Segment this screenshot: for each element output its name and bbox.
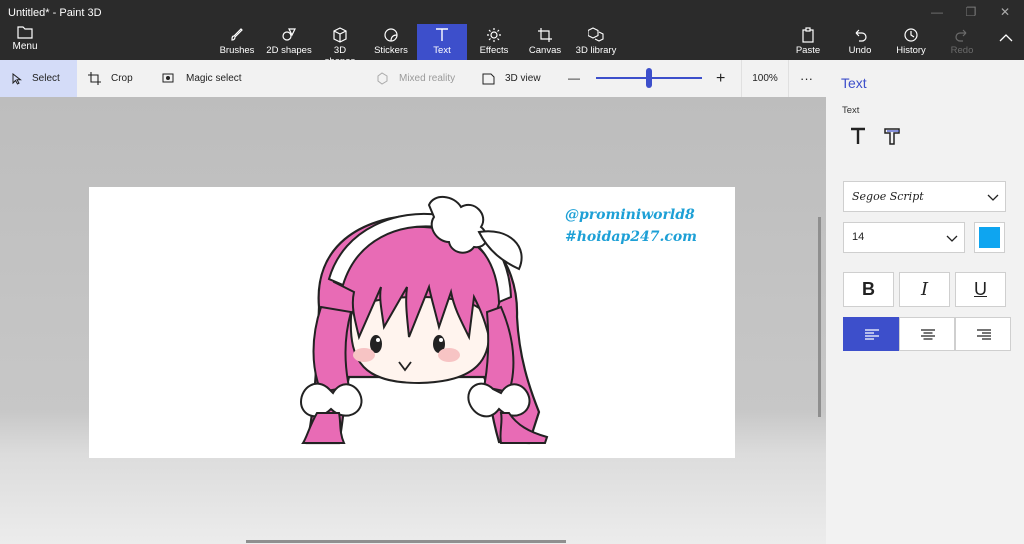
undo-button[interactable]: Undo <box>846 24 874 60</box>
select-button[interactable]: Select <box>0 60 77 97</box>
crop-icon <box>88 72 101 85</box>
align-left-icon <box>865 329 879 340</box>
history-icon <box>904 28 918 42</box>
tool-label: 3D library <box>575 45 617 56</box>
magic-select-icon <box>162 73 174 82</box>
align-center-button[interactable] <box>899 317 955 351</box>
title-bar: Untitled* - Paint 3D — ❐ ✕ Menu Brushes … <box>0 0 1024 67</box>
mixed-reality-button[interactable]: Mixed reality <box>376 60 466 97</box>
bold-button[interactable]: B <box>843 272 894 307</box>
panel-subtitle: Text <box>842 105 860 116</box>
tool-label: Text <box>433 45 451 56</box>
canvas[interactable]: @prominiworld8 #hoidap247.com <box>89 187 735 458</box>
font-family-value: Segoe Script <box>852 190 924 203</box>
italic-button[interactable]: I <box>899 272 950 307</box>
panel-title: Text <box>841 75 867 91</box>
library-icon <box>588 27 604 42</box>
watermark-text-1: @prominiworld8 <box>565 207 695 223</box>
font-size-dropdown[interactable]: 14 <box>843 222 965 253</box>
window-title: Untitled* - Paint 3D <box>8 7 102 19</box>
align-right-icon <box>977 329 991 340</box>
align-center-icon <box>921 329 935 340</box>
minimize-button[interactable]: — <box>922 4 952 20</box>
tool-stickers[interactable]: Stickers <box>372 24 410 60</box>
tool-canvas[interactable]: Canvas <box>526 24 564 60</box>
menu-button[interactable]: Menu <box>6 26 44 58</box>
redo-button[interactable]: Redo <box>948 24 976 60</box>
zoom-slider-thumb[interactable] <box>646 68 652 88</box>
underline-button[interactable]: U <box>955 272 1006 307</box>
3d-text-icon <box>884 128 900 145</box>
tool-label: Effects <box>479 45 509 56</box>
zoom-level[interactable]: 100% <box>741 60 789 97</box>
font-family-dropdown[interactable]: Segoe Script <box>843 181 1006 212</box>
3d-text-button[interactable] <box>882 126 904 148</box>
crop-label: Crop <box>111 73 133 84</box>
magic-select-label: Magic select <box>186 73 242 84</box>
tool-label: 2D shapes <box>266 45 312 56</box>
tool-text[interactable]: Text <box>417 24 467 60</box>
align-left-button[interactable] <box>843 317 899 351</box>
sun-icon <box>487 28 501 42</box>
tool-brushes[interactable]: Brushes <box>218 24 256 60</box>
undo-icon <box>855 29 867 42</box>
history-button[interactable]: History <box>894 24 928 60</box>
magic-select-button[interactable]: Magic select <box>162 60 252 97</box>
mixed-reality-label: Mixed reality <box>399 73 456 84</box>
tool-label: Brushes <box>219 45 255 56</box>
mixed-reality-icon <box>377 72 388 85</box>
anime-girl-drawing <box>299 196 549 445</box>
undo-label: Undo <box>848 45 872 56</box>
shapes-2d-icon <box>282 28 296 41</box>
chevron-down-icon <box>987 194 999 201</box>
tool-label: Stickers <box>374 45 408 56</box>
tool-2d-shapes[interactable]: 2D shapes <box>266 24 312 60</box>
2d-text-button[interactable] <box>848 126 870 148</box>
text-color-button[interactable] <box>974 222 1005 253</box>
brush-icon <box>231 28 243 41</box>
text-properties-panel: Text Text Segoe Script 14 B I U <box>826 60 1024 544</box>
menu-label: Menu <box>12 41 38 52</box>
workspace: @prominiworld8 #hoidap247.com <box>0 97 826 544</box>
more-options-button[interactable]: ··· <box>800 60 816 97</box>
align-right-button[interactable] <box>955 317 1011 351</box>
paste-label: Paste <box>795 45 821 56</box>
maximize-button[interactable]: ❐ <box>956 4 986 20</box>
redo-label: Redo <box>950 45 974 56</box>
paste-icon <box>802 27 814 43</box>
canvas-icon <box>538 28 552 42</box>
tool-label: Canvas <box>528 45 562 56</box>
cube-icon <box>333 27 347 43</box>
canvas-toolbar: Select Crop Magic select Mixed reality 3… <box>0 60 826 97</box>
chevron-down-icon <box>946 235 958 242</box>
crop-button[interactable]: Crop <box>88 60 148 97</box>
3d-view-button[interactable]: 3D view <box>482 60 552 97</box>
view-3d-icon <box>482 73 495 85</box>
close-button[interactable]: ✕ <box>990 4 1020 20</box>
text-icon <box>436 28 448 41</box>
zoom-out-button[interactable]: — <box>568 60 582 97</box>
horizontal-scrollbar[interactable] <box>246 540 566 543</box>
paste-button[interactable]: Paste <box>794 24 822 60</box>
tool-3d-library[interactable]: 3D library <box>574 24 618 60</box>
sticker-icon <box>384 28 398 42</box>
font-size-value: 14 <box>852 231 865 243</box>
2d-text-icon <box>851 127 865 144</box>
zoom-in-button[interactable]: + <box>716 60 730 97</box>
redo-icon <box>955 29 967 42</box>
folder-icon <box>17 26 33 39</box>
vertical-scrollbar[interactable] <box>818 217 821 417</box>
chevron-up-icon <box>999 34 1013 42</box>
tool-effects[interactable]: Effects <box>476 24 512 60</box>
3d-view-label: 3D view <box>505 73 541 84</box>
color-swatch <box>979 227 1000 248</box>
history-label: History <box>896 45 926 56</box>
cursor-icon <box>12 72 22 85</box>
watermark-text-2: #hoidap247.com <box>565 229 697 245</box>
tool-3d-shapes[interactable]: 3D shapes <box>318 24 362 67</box>
select-label: Select <box>32 73 60 84</box>
paint3d-window: Untitled* - Paint 3D — ❐ ✕ Menu Brushes … <box>0 0 1024 544</box>
